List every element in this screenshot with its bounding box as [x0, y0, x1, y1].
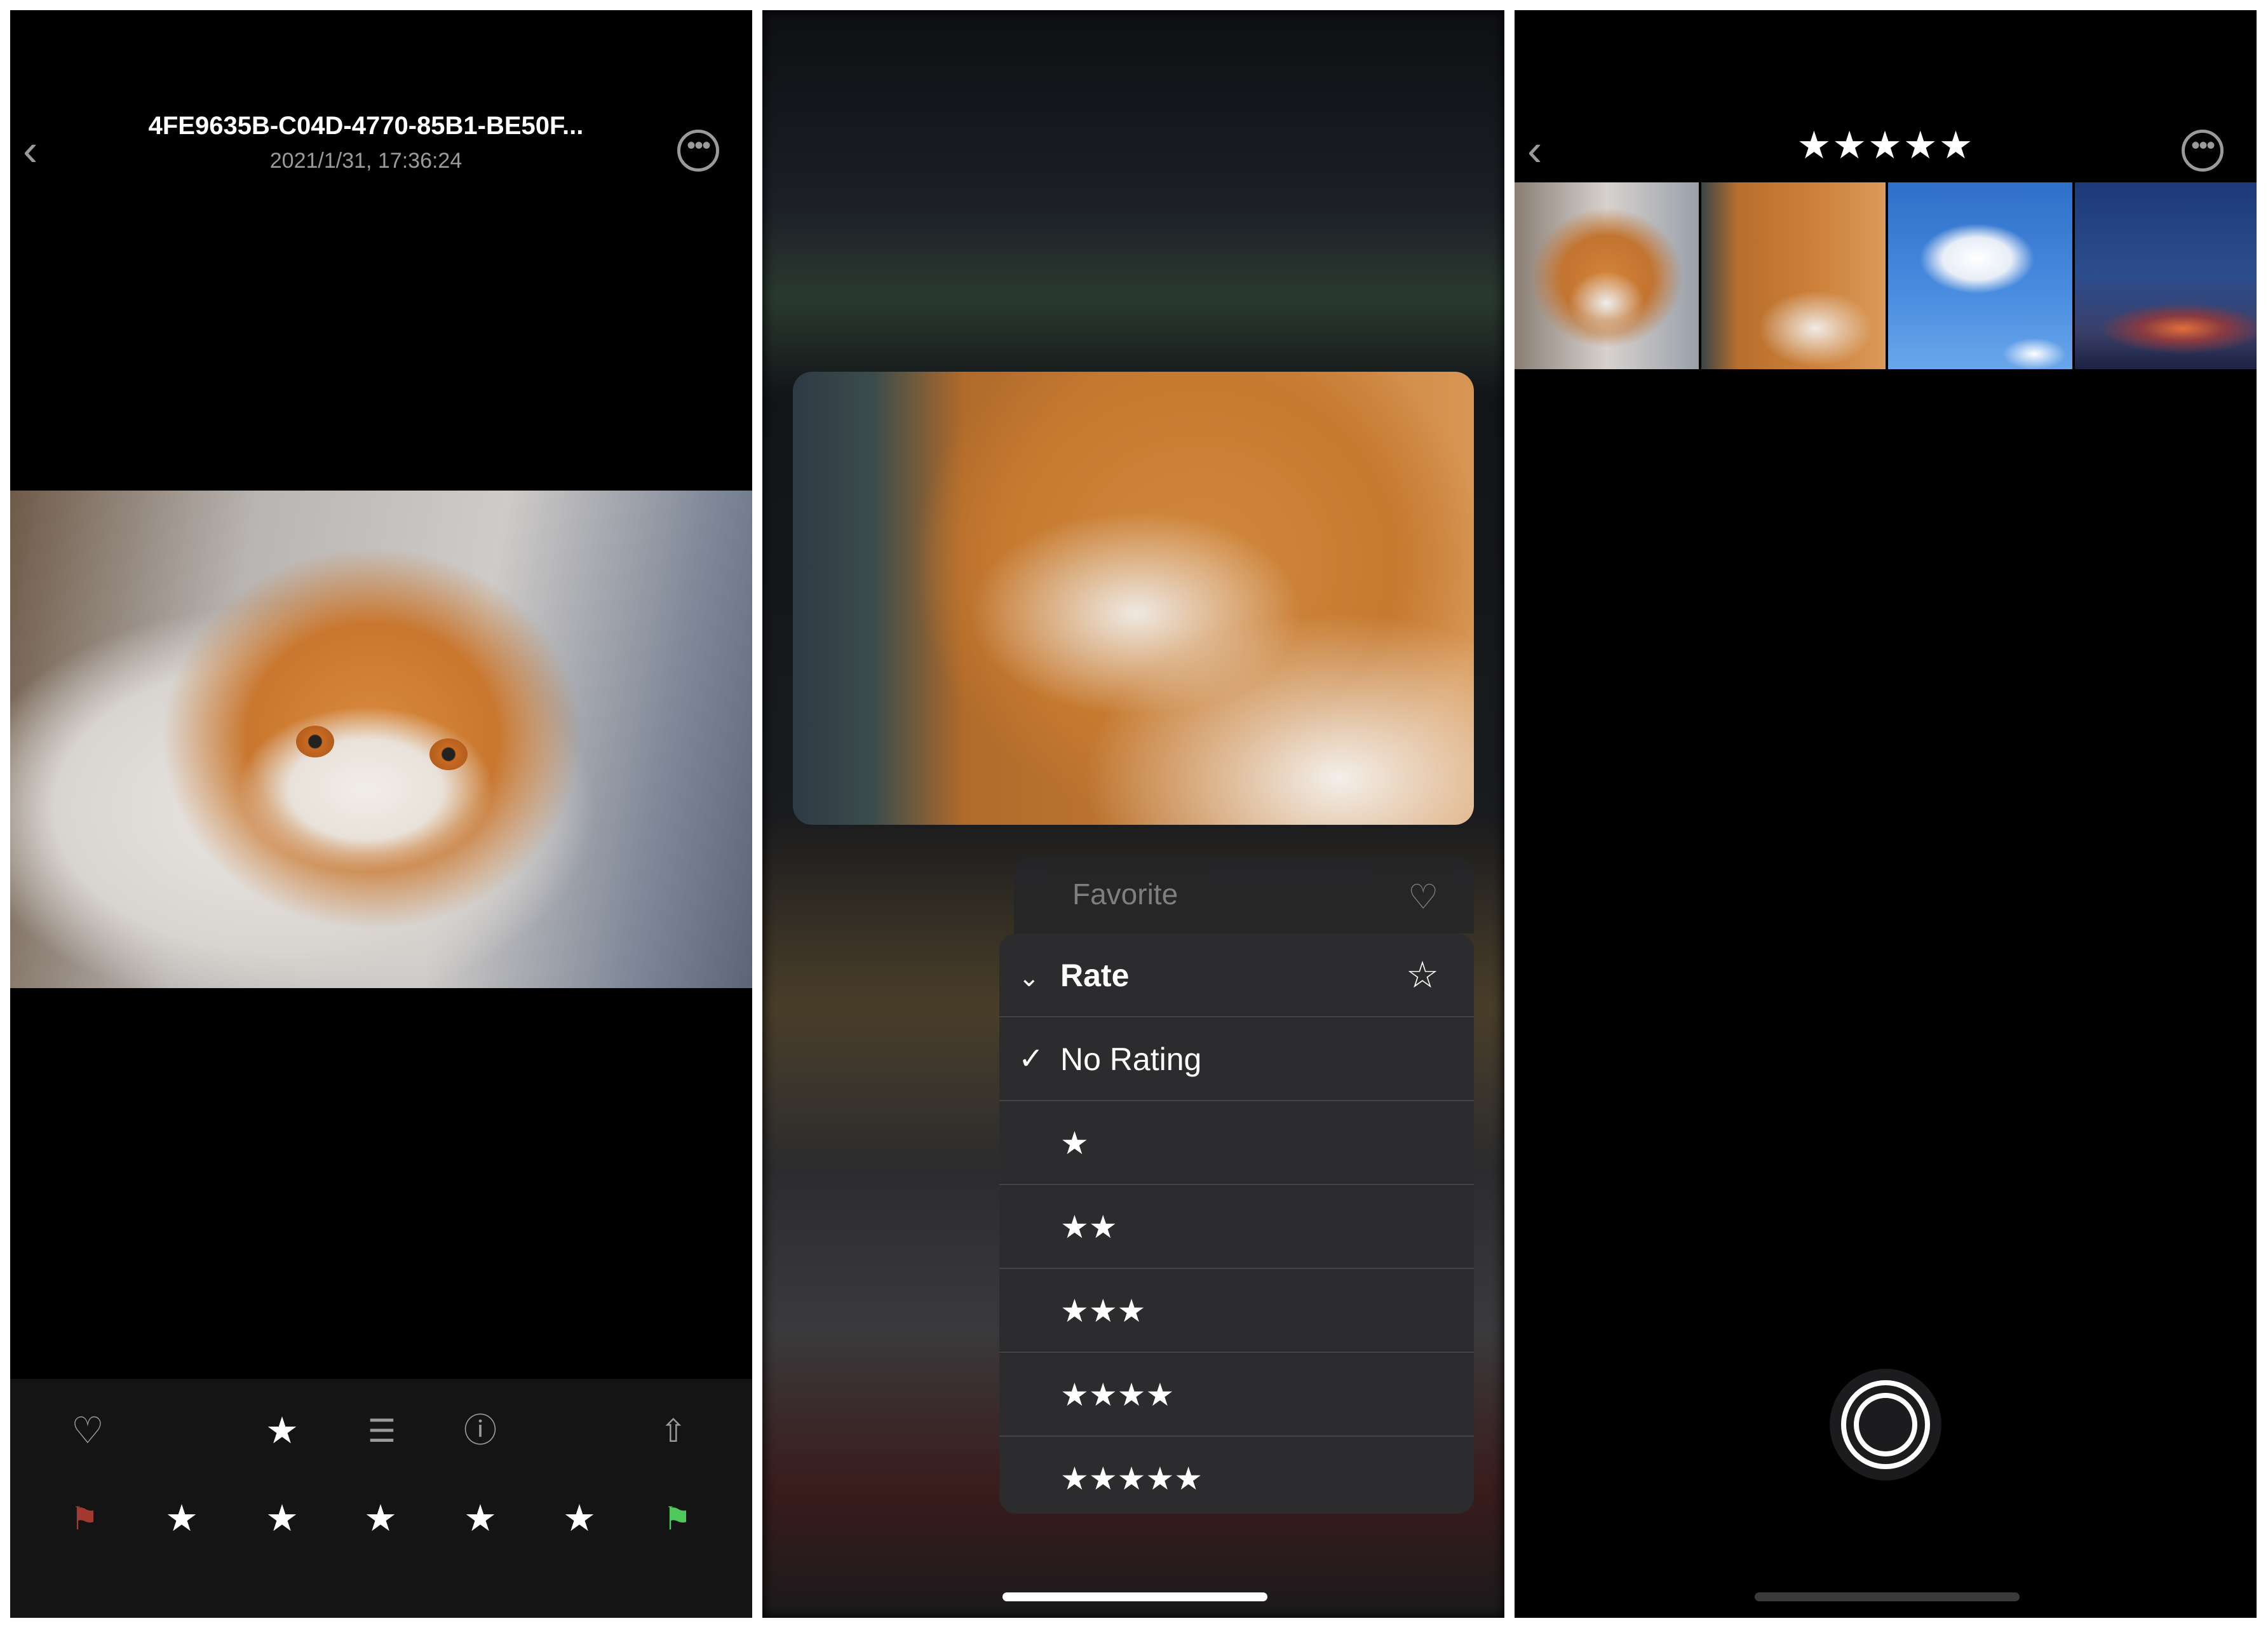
share-icon[interactable]: ⇧: [648, 1412, 699, 1450]
heart-icon[interactable]: ♡: [62, 1412, 113, 1450]
rate-submenu: ⌄ Rate ☆ ✓ No Rating ★ ★★ ★★★ ★★★★ ★★★★★: [999, 933, 1474, 1514]
rating-star-5[interactable]: ★: [554, 1500, 605, 1538]
rate-label: Rate: [1060, 958, 1130, 993]
chevron-down-icon: ⌄: [1018, 964, 1040, 992]
heart-icon: ♡: [1408, 878, 1439, 916]
rate-header[interactable]: ⌄ Rate ☆: [999, 933, 1474, 1017]
rating-option-none[interactable]: ✓ No Rating: [999, 1017, 1474, 1101]
rating-option-5[interactable]: ★★★★★: [999, 1437, 1474, 1514]
option-label: ★: [1060, 1125, 1089, 1161]
option-label: ★★★★★: [1060, 1461, 1203, 1496]
filter-title: ★★★★★: [1797, 124, 1974, 166]
shutter-button[interactable]: [1830, 1369, 1941, 1481]
home-indicator[interactable]: [1002, 1592, 1267, 1601]
option-label: ★★★★: [1060, 1377, 1175, 1413]
reject-flag-icon[interactable]: ⚑: [59, 1500, 110, 1538]
star-outline-icon: ☆: [1406, 954, 1439, 996]
thumbnail-clouds-sky[interactable]: [1888, 182, 2072, 369]
star-icon[interactable]: ★: [257, 1412, 307, 1450]
pick-flag-icon[interactable]: ⚑: [652, 1500, 703, 1538]
shutter-inner-ring: [1854, 1393, 1917, 1456]
favorite-label: Favorite: [1072, 878, 1178, 911]
photo-title: 4FE9635B-C04D-4770-85B1-BE50F...: [148, 112, 584, 140]
rating-star-1[interactable]: ★: [156, 1500, 207, 1538]
rating-star-3[interactable]: ★: [355, 1500, 406, 1538]
context-menu-screen: Favorite ♡ ⌄ Rate ☆ ✓ No Rating ★ ★★ ★★★…: [762, 10, 1504, 1618]
sliders-icon[interactable]: ☰: [356, 1412, 407, 1450]
rating-star-4[interactable]: ★: [455, 1500, 506, 1538]
cat-eye: [296, 726, 334, 757]
photo-preview: [793, 372, 1474, 825]
home-indicator[interactable]: [1755, 1592, 2020, 1601]
more-options-icon[interactable]: •••: [677, 130, 719, 172]
option-label: ★★: [1060, 1209, 1117, 1245]
favorite-menu-item[interactable]: Favorite ♡: [1014, 858, 1474, 933]
bottom-toolbar: ♡ ★ ☰ ⓘ ⇧ ⚑ ★ ★ ★ ★ ★ ⚑: [10, 1379, 752, 1618]
rating-option-4[interactable]: ★★★★: [999, 1353, 1474, 1437]
thumbnail-cat-fur[interactable]: [1701, 182, 1886, 369]
option-label: ★★★: [1060, 1293, 1146, 1329]
cat-eye: [429, 738, 468, 770]
option-label: No Rating: [1060, 1041, 1202, 1077]
more-options-icon[interactable]: •••: [2182, 130, 2224, 172]
photo-detail-screen: ‹ 4FE9635B-C04D-4770-85B1-BE50F... 2021/…: [10, 10, 752, 1618]
info-icon[interactable]: ⓘ: [455, 1412, 506, 1450]
rating-option-3[interactable]: ★★★: [999, 1269, 1474, 1353]
checkmark-icon: ✓: [1018, 1042, 1044, 1076]
thumbnail-cat-face[interactable]: [1515, 182, 1699, 369]
back-chevron-icon[interactable]: ‹: [23, 128, 61, 172]
rating-option-1[interactable]: ★: [999, 1101, 1474, 1185]
rating-star-2[interactable]: ★: [257, 1500, 307, 1538]
thumbnail-sunset-sky[interactable]: [2075, 182, 2257, 369]
rating-option-2[interactable]: ★★: [999, 1185, 1474, 1269]
filtered-grid-screen: ‹ ★★★★★ •••: [1515, 10, 2257, 1618]
cat-photo: [10, 491, 752, 988]
photo-date: 2021/1/31, 17:36:24: [269, 149, 462, 173]
